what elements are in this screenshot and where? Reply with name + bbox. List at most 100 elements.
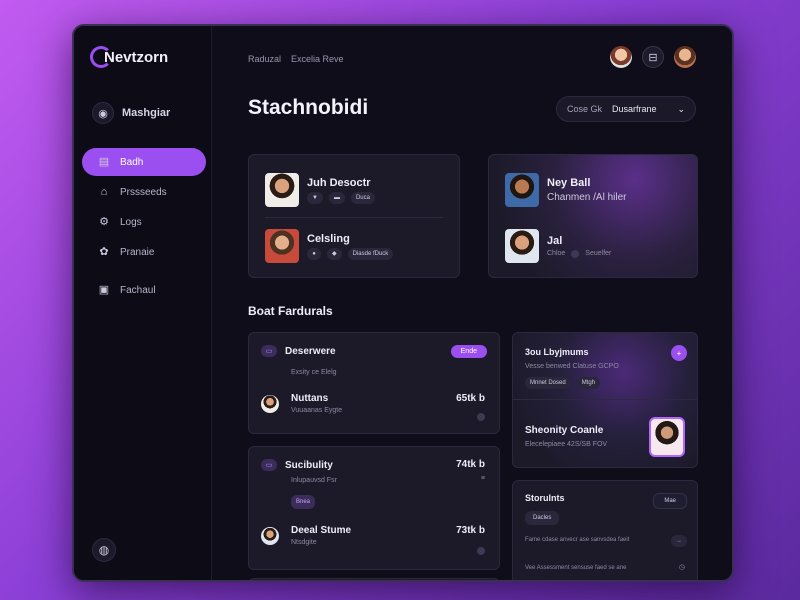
sidebar-item-label: Logs <box>120 216 142 228</box>
app-name: Nevtzorn <box>104 48 169 66</box>
sidebar-item-3[interactable]: ⚙ Logs <box>82 208 206 236</box>
amount: 73tk b <box>456 525 485 536</box>
info-title: Storulnts <box>525 493 565 503</box>
document-icon: ▣ <box>98 284 110 296</box>
chevron-down-icon: ⌄ <box>677 103 685 114</box>
status-text: Chloe <box>547 250 566 257</box>
status-text: Seuelfer <box>585 250 612 257</box>
info-line: Vesse benwed Clatuse GCPO <box>525 363 619 370</box>
app-window: Nevtzorn ◉ Mashgiar ▤ Badh ⌂ Prssseeds ⚙… <box>72 24 734 582</box>
tag-chip: ▬ <box>328 191 345 204</box>
item-name: Nuttans <box>291 393 329 404</box>
info-line: Fame cdase anvecr ase sanvsdea faeit <box>525 537 630 543</box>
section-title: Boat Fardurals <box>248 304 333 318</box>
sidebar-item-label: Badh <box>120 156 144 168</box>
feature-card-partial <box>248 578 500 580</box>
avatar[interactable] <box>674 46 696 68</box>
dropdown-label: Cose Gk <box>567 104 603 114</box>
list-item[interactable]: Jal Chloe Seuelfer <box>505 229 611 263</box>
profile-photo[interactable] <box>649 417 685 457</box>
item-sub: Vuuaanas Eygte <box>291 407 343 414</box>
breadcrumb-item[interactable]: Excelia Reve <box>291 54 344 64</box>
logo[interactable]: Nevtzorn <box>90 46 168 68</box>
user-icon: ◉ <box>92 102 114 124</box>
info-card: 3ou Lbyjmums + Vesse benwed Clatuse GCPO… <box>512 332 698 468</box>
sidebar-item-label: Prssseeds <box>120 186 167 198</box>
feature-icon: ▭ <box>261 459 277 471</box>
item-name: Deeal Stume <box>291 525 352 536</box>
list-item[interactable]: Deeal Stume Ntsdgite <box>261 525 351 546</box>
tag-chip[interactable]: Dacles <box>525 511 560 525</box>
sidebar-item-4[interactable]: ✿ Pranaie <box>82 238 206 266</box>
info-tags: Mnnet Dosed Mtgh <box>525 377 601 389</box>
list-item[interactable]: Celsling ● ◆ Diasde fDuck <box>265 229 394 263</box>
profile-photo <box>265 173 299 207</box>
sidebar-item-1[interactable]: ▤ Badh <box>82 148 206 176</box>
list-item[interactable]: Nuttans Vuuaanas Eygte <box>261 393 342 414</box>
link-chip[interactable]: → <box>671 535 687 547</box>
action-chip[interactable]: Bnea <box>291 495 316 509</box>
highlight-sub: Elecelepiaee 42S/SB FOV <box>525 441 608 448</box>
chart-icon: ≡ <box>480 475 485 482</box>
highlight-title: Sheonity Coanle <box>525 425 604 436</box>
main-content: Raduzal Excelia Reve ⊟ Stachnobidi Cose … <box>212 26 732 580</box>
feature-icon: ▭ <box>261 345 277 357</box>
breadcrumb-item[interactable]: Raduzal <box>248 54 281 64</box>
plus-icon[interactable]: + <box>671 345 687 361</box>
tag-chip: ● <box>307 247 321 260</box>
sidebar-item-5[interactable]: ▣ Fachaul <box>82 276 206 304</box>
sidebar-nav: ▤ Badh ⌂ Prssseeds ⚙ Logs ✿ Pranaie ▣ Fa… <box>82 148 206 306</box>
tag-chip: Mtgh <box>576 377 601 389</box>
profile-photo <box>265 229 299 263</box>
sidebar: Nevtzorn ◉ Mashgiar ▤ Badh ⌂ Prssseeds ⚙… <box>74 26 212 580</box>
feature-subtitle: Inlupauvsd Fsr <box>291 477 337 484</box>
dropdown-value: Dusarfrane <box>612 104 657 114</box>
feature-title: Deserwere <box>285 345 336 357</box>
divider <box>513 399 697 400</box>
clock-icon[interactable]: ◷ <box>679 563 685 571</box>
breadcrumb: Raduzal Excelia Reve <box>248 54 344 64</box>
avatar <box>261 394 279 413</box>
person-name: Celsling <box>307 232 350 245</box>
sidebar-user[interactable]: ◉ Mashgiar <box>92 102 170 124</box>
sidebar-item-label: Pranaie <box>120 246 155 258</box>
tag-chip: ▼ <box>307 191 323 204</box>
home-icon: ⌂ <box>100 186 108 198</box>
people-card-right: Ney Ball Chanmen /Al hiler Jal Chloe Seu… <box>488 154 698 278</box>
amount: 74tk b <box>456 459 485 470</box>
list-item[interactable]: Ney Ball Chanmen /Al hiler <box>505 173 626 207</box>
status-dot <box>571 249 580 258</box>
page-title: Stachnobidi <box>248 96 369 119</box>
header-actions: ⊟ <box>610 46 696 68</box>
apps-icon[interactable]: ⊟ <box>642 46 664 68</box>
people-card-left: Juh Desoctr ▼ ▬ Duca Celsling ● ◆ Diasde… <box>248 154 460 278</box>
feature-card: ▭ Deserwere Exsity ce Elelg Ende Nuttans… <box>248 332 500 434</box>
profile-photo <box>505 173 539 207</box>
sidebar-item-2[interactable]: ⌂ Prssseeds <box>82 178 206 206</box>
settings-icon: ⚙ <box>99 216 109 228</box>
sidebar-item-label: Fachaul <box>120 284 156 296</box>
gear-icon: ✿ <box>99 246 109 258</box>
profile-photo <box>505 229 539 263</box>
tag-chip: Mnnet Dosed <box>525 377 571 389</box>
info-line: Vee Assessment sensuse faed se ane <box>525 565 627 571</box>
person-name: Jal <box>547 234 563 247</box>
tag-chip: Duca <box>350 191 375 204</box>
person-name: Juh Desoctr <box>307 176 371 189</box>
tag-chip: ◆ <box>327 247 342 260</box>
feature-title: Sucibulity <box>285 459 333 471</box>
feature-card: ▭ Sucibulity Inlupauvsd Fsr 74tk b ≡ Bne… <box>248 446 500 570</box>
sidebar-user-label: Mashgiar <box>122 107 171 119</box>
more-button[interactable]: Mae <box>653 493 687 509</box>
globe-icon[interactable]: ◍ <box>92 538 116 562</box>
feature-subtitle: Exsity ce Elelg <box>291 369 337 376</box>
divider <box>265 217 443 218</box>
action-button[interactable]: Ende <box>450 345 487 358</box>
person-name: Ney Ball <box>547 177 591 189</box>
status-dot <box>477 413 485 421</box>
list-item[interactable]: Juh Desoctr ▼ ▬ Duca <box>265 173 375 207</box>
filter-dropdown[interactable]: Cose Gk Dusarfrane ⌄ <box>556 96 696 122</box>
item-sub: Ntsdgite <box>291 539 317 546</box>
avatar[interactable] <box>610 46 632 68</box>
person-role: Chanmen /Al hiler <box>547 192 627 203</box>
